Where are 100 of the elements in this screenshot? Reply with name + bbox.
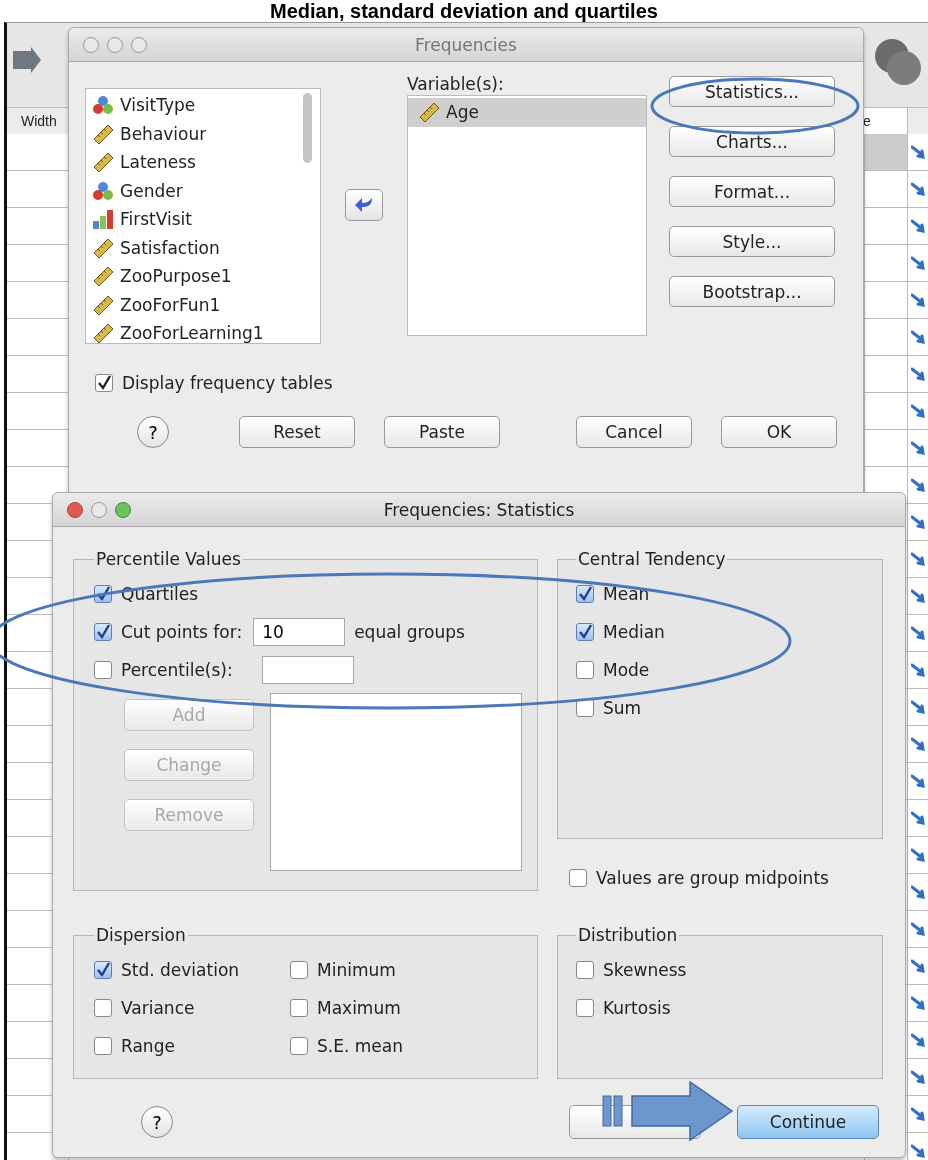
variable-name[interactable]: Gender (120, 180, 183, 201)
checkbox-label: Display frequency tables (122, 373, 333, 393)
cut-points-field[interactable]: 10 (253, 618, 346, 646)
checkbox[interactable] (290, 961, 308, 979)
close-button[interactable] (83, 36, 99, 53)
role-arrow-icon (911, 1033, 925, 1047)
dialog-button[interactable]: Style... (669, 226, 835, 257)
dialog-button[interactable]: Format... (669, 176, 835, 207)
variable-name[interactable]: FirstVisit (120, 209, 192, 230)
role-arrow-icon (911, 256, 925, 270)
checkbox-label: Variance (121, 998, 195, 1018)
circles-icon[interactable] (872, 36, 924, 88)
zoom-button[interactable] (115, 501, 131, 518)
variable-name[interactable]: Age (446, 102, 479, 123)
role-arrow-icon (911, 885, 925, 899)
role-arrow-icon (911, 1070, 925, 1084)
checkbox[interactable] (94, 961, 112, 979)
checkbox-label: Skewness (603, 960, 687, 980)
role-arrow-icon (911, 922, 925, 936)
group-title: Central Tendency (577, 549, 727, 569)
role-arrow-icon (911, 626, 925, 640)
minimize-button[interactable] (107, 36, 123, 53)
role-arrow-icon (911, 404, 925, 418)
role-arrow-icon (911, 145, 925, 159)
variables-label: Variable(s): (407, 74, 505, 95)
variable-name[interactable]: ZooPurpose1 (120, 266, 232, 287)
checkbox[interactable] (94, 1037, 112, 1055)
checkbox[interactable] (290, 999, 308, 1017)
zoom-button[interactable] (131, 36, 147, 53)
scrollbar[interactable] (303, 93, 312, 163)
ruler-icon (92, 323, 114, 343)
role-arrow-icon (911, 182, 925, 196)
role-arrow-icon (911, 1107, 925, 1121)
role-arrow-icon (911, 589, 925, 603)
dialog-button[interactable]: Bootstrap... (669, 276, 835, 307)
variable-name[interactable]: Satisfaction (120, 237, 220, 258)
role-arrow-icon (911, 811, 925, 825)
variable-name[interactable]: Behaviour (120, 123, 207, 144)
ruler-icon (92, 237, 114, 258)
checkbox[interactable] (576, 585, 594, 603)
checkbox-label: Maximum (317, 998, 401, 1018)
role-arrow-icon (911, 330, 925, 344)
checkbox[interactable] (576, 999, 594, 1017)
selected-variable-list[interactable]: Age (407, 95, 647, 336)
checkbox[interactable] (94, 661, 112, 679)
checkbox[interactable] (576, 661, 594, 679)
window-title: Frequencies (414, 34, 518, 55)
checkbox-label: Percentile(s): (121, 660, 233, 680)
percentile-list[interactable] (270, 693, 522, 871)
checkbox[interactable] (576, 961, 594, 979)
checkbox[interactable] (576, 623, 594, 641)
variable-list[interactable]: VisitType Behaviour Lateness Gender FirstVisit Satisfaction ZooPurpose1 ZooForFun1 ZooForLearning1 (85, 88, 321, 344)
role-arrow-icon (911, 848, 925, 862)
help-button[interactable]: ? (141, 1106, 173, 1138)
minimize-button[interactable] (91, 501, 107, 518)
ruler-icon (418, 102, 440, 123)
checkbox-label: Range (121, 1036, 175, 1056)
dialog-button[interactable]: Cancel (576, 416, 692, 448)
percentile-field[interactable] (261, 656, 354, 684)
checkbox[interactable] (95, 374, 113, 392)
variable-name[interactable]: ZooForFun1 (120, 294, 221, 315)
checkbox-label: Quartiles (121, 584, 198, 604)
role-arrow-icon (911, 552, 925, 566)
checkbox-label: Mode (603, 660, 650, 680)
ruler-icon (92, 266, 114, 287)
ruler-icon (92, 152, 114, 173)
arrow-icon[interactable] (11, 47, 41, 73)
checkbox-label: Sum (603, 698, 642, 718)
variable-name[interactable]: Lateness (120, 152, 196, 173)
dialog-button[interactable]: Charts... (669, 126, 835, 157)
checkbox[interactable] (569, 869, 587, 887)
close-button[interactable] (67, 501, 83, 518)
checkbox[interactable] (94, 999, 112, 1017)
move-button[interactable] (345, 189, 383, 221)
role-arrow-icon (911, 1144, 925, 1158)
checkbox-label: Std. deviation (121, 960, 240, 980)
dialog-button[interactable]: Paste (384, 416, 500, 448)
role-arrow-icon (911, 441, 925, 455)
checkbox-label: Minimum (317, 960, 396, 980)
checkbox-label: Values are group midpoints (596, 868, 829, 888)
nominal-variable-icon (92, 180, 114, 201)
checkbox-label: Cut points for: (121, 622, 243, 642)
checkbox-label: Median (603, 622, 665, 642)
dialog-button[interactable]: Reset (239, 416, 355, 448)
role-arrow-icon (911, 219, 925, 233)
continue-button[interactable]: Continue (737, 1105, 879, 1139)
window-title: Frequencies: Statistics (382, 499, 576, 520)
role-arrow-icon (911, 774, 925, 788)
help-button[interactable]: ? (137, 416, 169, 448)
field-suffix: equal groups (354, 622, 465, 642)
role-arrow-icon (911, 663, 925, 677)
page-heading: Median, standard deviation and quartiles (269, 0, 659, 22)
dialog-button[interactable]: OK (721, 416, 837, 448)
variable-name[interactable]: VisitType (120, 95, 196, 116)
group-title: Dispersion (95, 925, 187, 945)
checkbox[interactable] (94, 623, 112, 641)
role-arrow-icon (911, 293, 925, 307)
variable-name[interactable]: ZooForLearning1 (120, 323, 264, 343)
role-arrow-icon (911, 959, 925, 973)
checkbox[interactable] (290, 1037, 308, 1055)
